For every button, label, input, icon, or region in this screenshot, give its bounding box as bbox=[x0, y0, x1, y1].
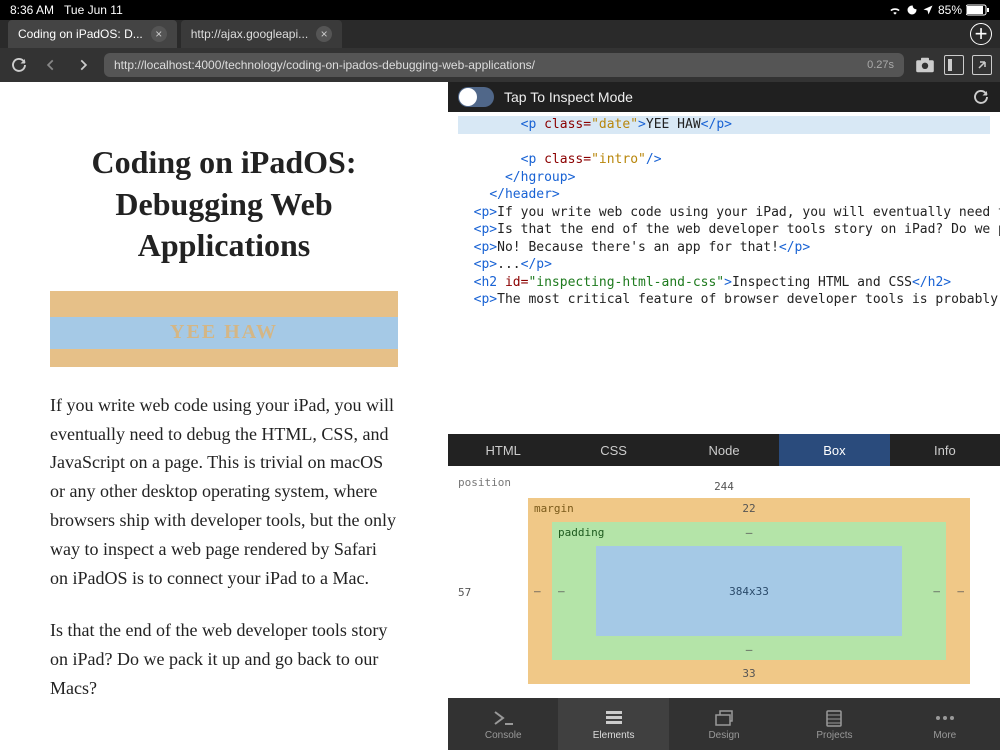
location-icon bbox=[922, 4, 934, 16]
status-right: 85% bbox=[888, 3, 990, 17]
reload-button[interactable] bbox=[8, 56, 30, 74]
browser-tab-bar: Coding on iPadOS: D... × http://ajax.goo… bbox=[0, 20, 1000, 48]
split-left-icon[interactable] bbox=[944, 55, 964, 75]
design-icon bbox=[714, 708, 734, 728]
bottom-nav: Console Elements Design Projects More bbox=[448, 698, 1000, 750]
browser-tab[interactable]: Coding on iPadOS: D... × bbox=[8, 20, 177, 48]
moon-icon bbox=[906, 4, 918, 16]
margin-box: margin 22 33 – – padding – – – – 384x33 bbox=[528, 498, 970, 684]
tab-title: Coding on iPadOS: D... bbox=[18, 27, 143, 41]
wifi-icon bbox=[888, 3, 902, 17]
load-time: 0.27s bbox=[867, 59, 894, 71]
more-icon bbox=[934, 708, 956, 728]
back-button[interactable] bbox=[40, 58, 62, 72]
html-source-view[interactable]: <p class="date">YEE HAW</p> <p class="in… bbox=[448, 112, 1000, 434]
close-icon[interactable]: × bbox=[316, 26, 332, 42]
detail-tab-css[interactable]: CSS bbox=[558, 434, 668, 466]
inspector-detail-tabs: HTML CSS Node Box Info bbox=[448, 434, 1000, 466]
nav-more[interactable]: More bbox=[890, 698, 1000, 750]
padding-box: padding – – – – 384x33 bbox=[552, 522, 946, 660]
elements-icon bbox=[604, 708, 624, 728]
article-paragraph: If you write web code using your iPad, y… bbox=[50, 391, 398, 593]
banner-text: YEE HAW bbox=[50, 317, 398, 349]
battery-icon bbox=[966, 4, 990, 16]
status-time: 8:36 AM Tue Jun 11 bbox=[10, 3, 123, 17]
nav-projects[interactable]: Projects bbox=[779, 698, 889, 750]
detail-tab-box[interactable]: Box bbox=[779, 434, 889, 466]
page-preview[interactable]: Coding on iPadOS: Debugging Web Applicat… bbox=[0, 82, 448, 750]
browser-tab[interactable]: http://ajax.googleapi... × bbox=[181, 20, 342, 48]
detail-tab-html[interactable]: HTML bbox=[448, 434, 558, 466]
close-icon[interactable]: × bbox=[151, 26, 167, 42]
url-text: http://localhost:4000/technology/coding-… bbox=[114, 58, 859, 72]
inspect-toolbar: Tap To Inspect Mode bbox=[448, 82, 1000, 112]
battery-percent: 85% bbox=[938, 3, 962, 17]
status-bar: 8:36 AM Tue Jun 11 85% bbox=[0, 0, 1000, 20]
refresh-button[interactable] bbox=[972, 88, 990, 106]
tab-title: http://ajax.googleapi... bbox=[191, 27, 308, 41]
position-label: position bbox=[458, 476, 511, 489]
content-box: 384x33 bbox=[596, 546, 902, 636]
inspector-panel: Tap To Inspect Mode <p class="date">YEE … bbox=[448, 82, 1000, 750]
nav-console[interactable]: Console bbox=[448, 698, 558, 750]
box-model-diagram: position 244 57 margin 22 33 – – padding… bbox=[448, 466, 1000, 698]
split-right-icon[interactable] bbox=[972, 55, 992, 75]
article-paragraph: Is that the end of the web developer too… bbox=[50, 616, 398, 702]
inspect-mode-toggle[interactable] bbox=[458, 87, 494, 107]
highlighted-element: YEE HAW bbox=[50, 291, 398, 367]
url-input[interactable]: http://localhost:4000/technology/coding-… bbox=[104, 53, 904, 77]
new-tab-button[interactable]: + bbox=[970, 23, 992, 45]
forward-button[interactable] bbox=[72, 58, 94, 72]
position-left-value: 57 bbox=[458, 586, 471, 599]
detail-tab-info[interactable]: Info bbox=[890, 434, 1000, 466]
inspect-mode-label: Tap To Inspect Mode bbox=[504, 89, 962, 105]
article-title: Coding on iPadOS: Debugging Web Applicat… bbox=[50, 142, 398, 267]
position-top-value: 244 bbox=[714, 480, 734, 493]
url-bar: http://localhost:4000/technology/coding-… bbox=[0, 48, 1000, 82]
detail-tab-node[interactable]: Node bbox=[669, 434, 779, 466]
camera-icon[interactable] bbox=[914, 55, 936, 75]
nav-elements[interactable]: Elements bbox=[558, 698, 668, 750]
console-icon bbox=[491, 708, 515, 728]
projects-icon bbox=[824, 708, 844, 728]
nav-design[interactable]: Design bbox=[669, 698, 779, 750]
